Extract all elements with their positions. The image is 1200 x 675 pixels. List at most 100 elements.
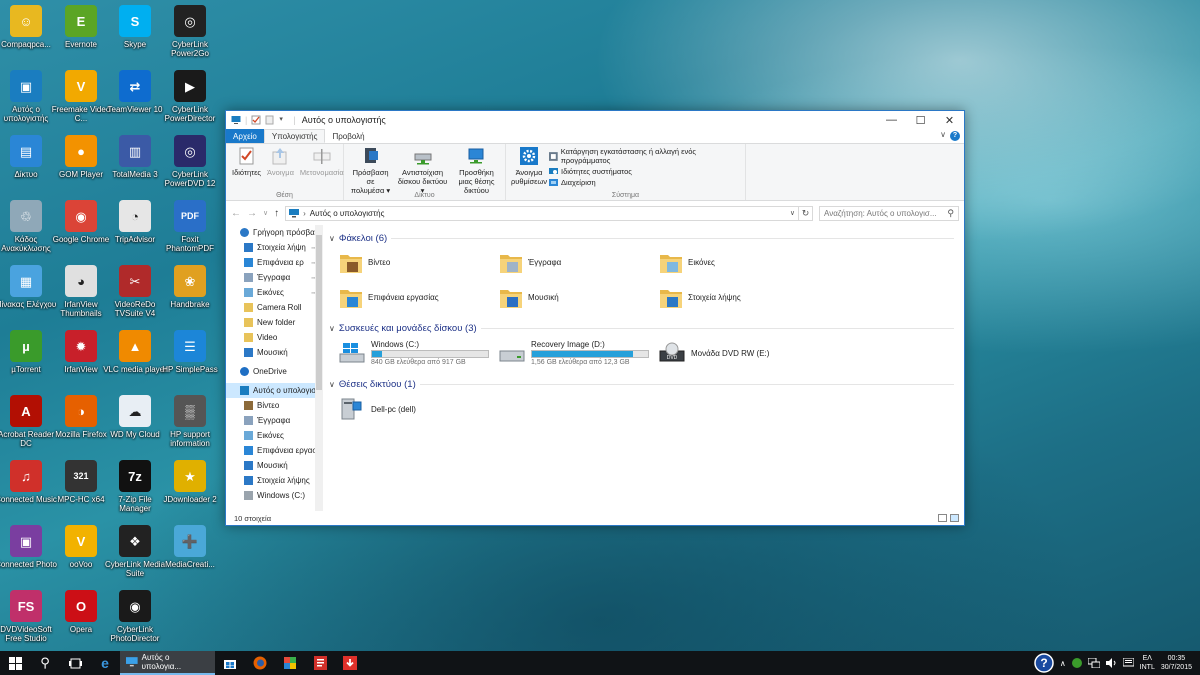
address-dropdown-icon[interactable]: ∨: [790, 209, 795, 217]
pdf-app-icon[interactable]: [305, 651, 335, 675]
desktop-shortcut[interactable]: ◉ CyberLink PhotoDirector: [102, 590, 168, 643]
nav-item[interactable]: Στοιχεία λήψη⊸: [226, 240, 323, 255]
nav-item-label: Έγγραφα: [257, 273, 291, 282]
desktop-shortcut[interactable]: ★ JDownloader 2: [157, 460, 223, 504]
details-view-icon[interactable]: [938, 514, 947, 522]
volume-icon[interactable]: [1105, 658, 1117, 668]
manage-button[interactable]: Διαχείριση: [549, 178, 742, 187]
desktop-shortcut[interactable]: PDF Foxit PhantomPDF: [157, 200, 223, 253]
nav-item[interactable]: OneDrive: [226, 364, 323, 379]
help-circle-icon[interactable]: ?: [1034, 653, 1054, 673]
desktop-shortcut[interactable]: ☰ HP SimplePass: [157, 330, 223, 374]
forward-arrow-icon[interactable]: →: [247, 208, 257, 219]
tray-expand-icon[interactable]: ∧: [1060, 659, 1066, 668]
action-center-icon[interactable]: [1122, 658, 1134, 668]
drive-item[interactable]: Windows (C:) 840 GB ελεύθερα από 917 GB: [329, 335, 489, 371]
wd-cloud-icon: ☁: [119, 395, 151, 427]
search-icon[interactable]: ⚲: [30, 651, 60, 675]
recent-chevron-icon[interactable]: ∨: [263, 209, 268, 217]
firefox-icon[interactable]: [245, 651, 275, 675]
store-icon[interactable]: [215, 651, 245, 675]
nav-item[interactable]: Windows (C:): [226, 488, 323, 503]
back-arrow-icon[interactable]: ←: [231, 208, 241, 219]
chevron-up-icon[interactable]: ∨: [940, 130, 946, 139]
address-bar[interactable]: › Αυτός ο υπολογιστής ∨: [285, 205, 799, 221]
downloads-folder-icon: [660, 289, 682, 308]
media-suite-icon: ❖: [119, 525, 151, 557]
language-indicator[interactable]: ΕΛ INTL: [1140, 654, 1155, 672]
search-input[interactable]: Αναζήτηση: Αυτός ο υπολογισ... ⚲: [819, 205, 959, 221]
desktop-shortcut[interactable]: ➕ MediaCreati...: [157, 525, 223, 569]
help-icon[interactable]: ?: [950, 131, 960, 141]
qa-dropdown-icon[interactable]: ▾: [279, 115, 289, 125]
dvd-drive-icon: DVD: [659, 342, 685, 362]
folder-item[interactable]: Επιφάνεια εργασίας: [329, 280, 489, 315]
nav-item[interactable]: Στοιχεία λήψης: [226, 473, 323, 488]
nav-scrollbar[interactable]: [315, 225, 323, 511]
system-tray: ? ∧ ΕΛ INTL 00:35 30/7/2015: [1034, 651, 1200, 675]
folder-item[interactable]: Στοιχεία λήψης: [649, 280, 809, 315]
network-location-item[interactable]: Dell-pc (dell): [329, 391, 489, 427]
group-header-drives[interactable]: ∨ Συσκευές και μονάδες δίσκου (3): [329, 321, 964, 335]
drive-item[interactable]: DVD Μονάδα DVD RW (E:): [649, 335, 809, 371]
foxit-icon: PDF: [174, 200, 206, 232]
folder-item[interactable]: Εικόνες: [649, 245, 809, 280]
desktop-shortcut[interactable]: ◎ CyberLink Power2Go: [157, 5, 223, 58]
hp-support-icon: ▒: [174, 395, 206, 427]
maximize-button[interactable]: ☐: [906, 111, 935, 129]
download-app-icon[interactable]: [335, 651, 365, 675]
new-folder-icon[interactable]: [265, 115, 275, 125]
properties-icon[interactable]: [251, 115, 261, 125]
nav-scroll-thumb[interactable]: [316, 235, 322, 390]
nav-item[interactable]: New folder: [226, 315, 323, 330]
desktop-shortcut[interactable]: ❀ Handbrake: [157, 265, 223, 309]
group-header-folders[interactable]: ∨ Φάκελοι (6): [329, 231, 964, 245]
desktop-shortcut[interactable]: ▒ HP support information: [157, 395, 223, 448]
user-folder-icon: ☺: [10, 5, 42, 37]
desktop-shortcut[interactable]: ▶ CyberLink PowerDirector: [157, 70, 223, 123]
nav-item-label: Στοιχεία λήψη: [257, 243, 306, 252]
nav-item[interactable]: Εικόνες: [226, 428, 323, 443]
nav-item[interactable]: Γρήγορη πρόσβα: [226, 225, 323, 240]
tab-computer[interactable]: Υπολογιστής: [263, 129, 326, 143]
download-icon: [244, 243, 253, 252]
network-tray-icon[interactable]: [1087, 658, 1100, 668]
group-header-network[interactable]: ∨ Θέσεις δικτύου (1): [329, 377, 964, 391]
edge-icon[interactable]: e: [90, 651, 120, 675]
nav-item[interactable]: Αυτός ο υπολογισ: [226, 383, 323, 398]
refresh-icon[interactable]: ↻: [799, 205, 813, 221]
nav-item[interactable]: Βίντεο: [226, 398, 323, 413]
paint-icon[interactable]: [275, 651, 305, 675]
close-button[interactable]: ✕: [935, 111, 964, 129]
nav-item[interactable]: Επιφάνεια εργασ: [226, 443, 323, 458]
task-view-icon[interactable]: [60, 651, 90, 675]
start-button[interactable]: [0, 651, 30, 675]
desktop-shortcut-label: HP SimplePass: [162, 365, 218, 374]
system-properties-button[interactable]: Ιδιότητες συστήματος: [549, 167, 742, 176]
drive-item[interactable]: Recovery Image (D:) 1,56 GB ελεύθερα από …: [489, 335, 649, 371]
nav-item[interactable]: Video: [226, 330, 323, 345]
drive-free-space: 840 GB ελεύθερα από 917 GB: [371, 359, 466, 366]
clock[interactable]: 00:35 30/7/2015: [1161, 654, 1192, 672]
folder-item[interactable]: Μουσική: [489, 280, 649, 315]
nav-item[interactable]: Έγγραφα: [226, 413, 323, 428]
utorrent-tray-icon[interactable]: [1071, 658, 1082, 668]
minimize-button[interactable]: —: [877, 111, 906, 129]
totalmedia-icon: ▥: [119, 135, 151, 167]
desktop-shortcut[interactable]: ◎ CyberLink PowerDVD 12: [157, 135, 223, 188]
nav-item[interactable]: Έγγραφα⊸: [226, 270, 323, 285]
title-bar[interactable]: | ▾ | Αυτός ο υπολογιστής — ☐ ✕: [226, 111, 964, 129]
tab-file[interactable]: Αρχείο: [226, 129, 264, 143]
tiles-view-icon[interactable]: [950, 514, 959, 522]
folder-item[interactable]: Βίντεο: [329, 245, 489, 280]
taskbar-app-explorer[interactable]: Αυτός ο υπολογια...: [120, 651, 215, 675]
nav-item[interactable]: Εικόνες⊸: [226, 285, 323, 300]
nav-item[interactable]: Μουσική: [226, 345, 323, 360]
nav-item[interactable]: Μουσική: [226, 458, 323, 473]
uninstall-program-button[interactable]: Κατάργηση εγκατάστασης ή αλλαγή ενός προ…: [549, 147, 742, 165]
tab-view[interactable]: Προβολή: [325, 129, 371, 143]
up-arrow-icon[interactable]: ↑: [274, 208, 279, 219]
nav-item[interactable]: Camera Roll: [226, 300, 323, 315]
nav-item[interactable]: Επιφάνεια ερ⊸: [226, 255, 323, 270]
folder-item[interactable]: Έγγραφα: [489, 245, 649, 280]
